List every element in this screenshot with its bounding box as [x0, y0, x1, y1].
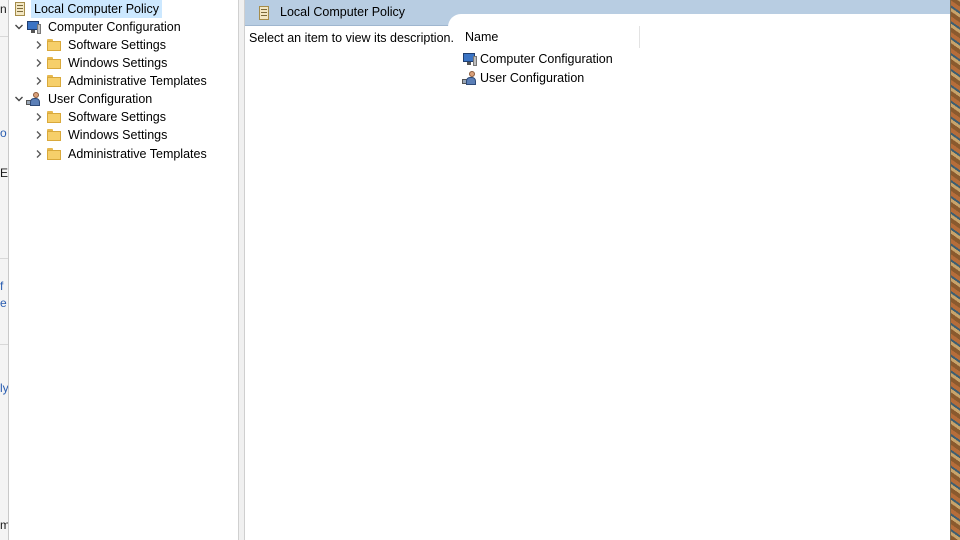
- folder-icon: [46, 109, 62, 125]
- folder-icon: [46, 73, 62, 89]
- sliver-divider: [0, 258, 8, 259]
- computer-icon: [26, 19, 42, 35]
- folder-icon: [46, 146, 62, 162]
- computer-icon: [462, 51, 478, 67]
- tree-item-user-software-settings[interactable]: Software Settings: [32, 108, 169, 126]
- list-item-label: User Configuration: [480, 71, 585, 85]
- chevron-right-icon[interactable]: [32, 56, 46, 70]
- item-description: Select an item to view its description.: [249, 31, 454, 45]
- sliver-text-3: f: [0, 279, 4, 293]
- policy-document-icon: [12, 1, 28, 17]
- tree-item-label: Administrative Templates: [68, 147, 207, 161]
- tree-item-user-administrative-templates[interactable]: Administrative Templates: [32, 145, 210, 163]
- list-item-computer-configuration[interactable]: Computer Configuration: [462, 50, 613, 68]
- tree-item-computer-windows-settings[interactable]: Windows Settings: [32, 54, 170, 72]
- sliver-text-0: n: [0, 2, 7, 16]
- column-header-name[interactable]: Name: [459, 26, 640, 48]
- details-pane: Local Computer Policy Select an item to …: [245, 0, 950, 540]
- sliver-text-6: m: [0, 518, 9, 532]
- details-title: Local Computer Policy: [280, 5, 406, 19]
- user-icon: [26, 91, 42, 107]
- console-tree-pane[interactable]: Local Computer Policy Computer Configura…: [9, 0, 239, 540]
- sliver-divider: [0, 344, 8, 345]
- list-item-label: Computer Configuration: [480, 52, 613, 66]
- sliver-text-4: e: [0, 296, 7, 310]
- folder-icon: [46, 37, 62, 53]
- tree-item-label: User Configuration: [48, 92, 153, 106]
- tree-item-user-windows-settings[interactable]: Windows Settings: [32, 126, 170, 144]
- desktop-wallpaper-edge: [950, 0, 960, 540]
- tree-item-label: Computer Configuration: [48, 20, 181, 34]
- tree-item-user-configuration[interactable]: User Configuration: [12, 90, 155, 108]
- tree-item-label: Local Computer Policy: [31, 0, 163, 18]
- tree-item-computer-configuration[interactable]: Computer Configuration: [12, 18, 184, 36]
- tree-item-label: Software Settings: [68, 38, 166, 52]
- user-icon: [462, 70, 478, 86]
- tree-item-label: Windows Settings: [68, 56, 168, 70]
- chevron-right-icon[interactable]: [32, 38, 46, 52]
- tree-item-computer-administrative-templates[interactable]: Administrative Templates: [32, 72, 210, 90]
- sliver-divider: [0, 36, 8, 37]
- chevron-down-icon[interactable]: [12, 92, 26, 106]
- chevron-right-icon[interactable]: [32, 147, 46, 161]
- chevron-down-icon[interactable]: [12, 20, 26, 34]
- sliver-text-1: o: [0, 126, 7, 140]
- folder-icon: [46, 55, 62, 71]
- background-window-edge: n o E f e ly m: [0, 0, 9, 540]
- sliver-text-5: ly: [0, 381, 9, 395]
- folder-icon: [46, 127, 62, 143]
- column-header-label: Name: [465, 30, 499, 44]
- tree-item-label: Windows Settings: [68, 128, 168, 142]
- policy-document-icon: [256, 5, 272, 21]
- tree-item-label: Software Settings: [68, 110, 166, 124]
- chevron-right-icon[interactable]: [32, 74, 46, 88]
- tree-item-label: Administrative Templates: [68, 74, 207, 88]
- tree-item-local-computer-policy[interactable]: Local Computer Policy: [12, 0, 163, 18]
- chevron-right-icon[interactable]: [32, 128, 46, 142]
- list-item-user-configuration[interactable]: User Configuration: [462, 69, 584, 87]
- chevron-right-icon[interactable]: [32, 110, 46, 124]
- tree-item-computer-software-settings[interactable]: Software Settings: [32, 36, 169, 54]
- sliver-text-2: E: [0, 166, 9, 180]
